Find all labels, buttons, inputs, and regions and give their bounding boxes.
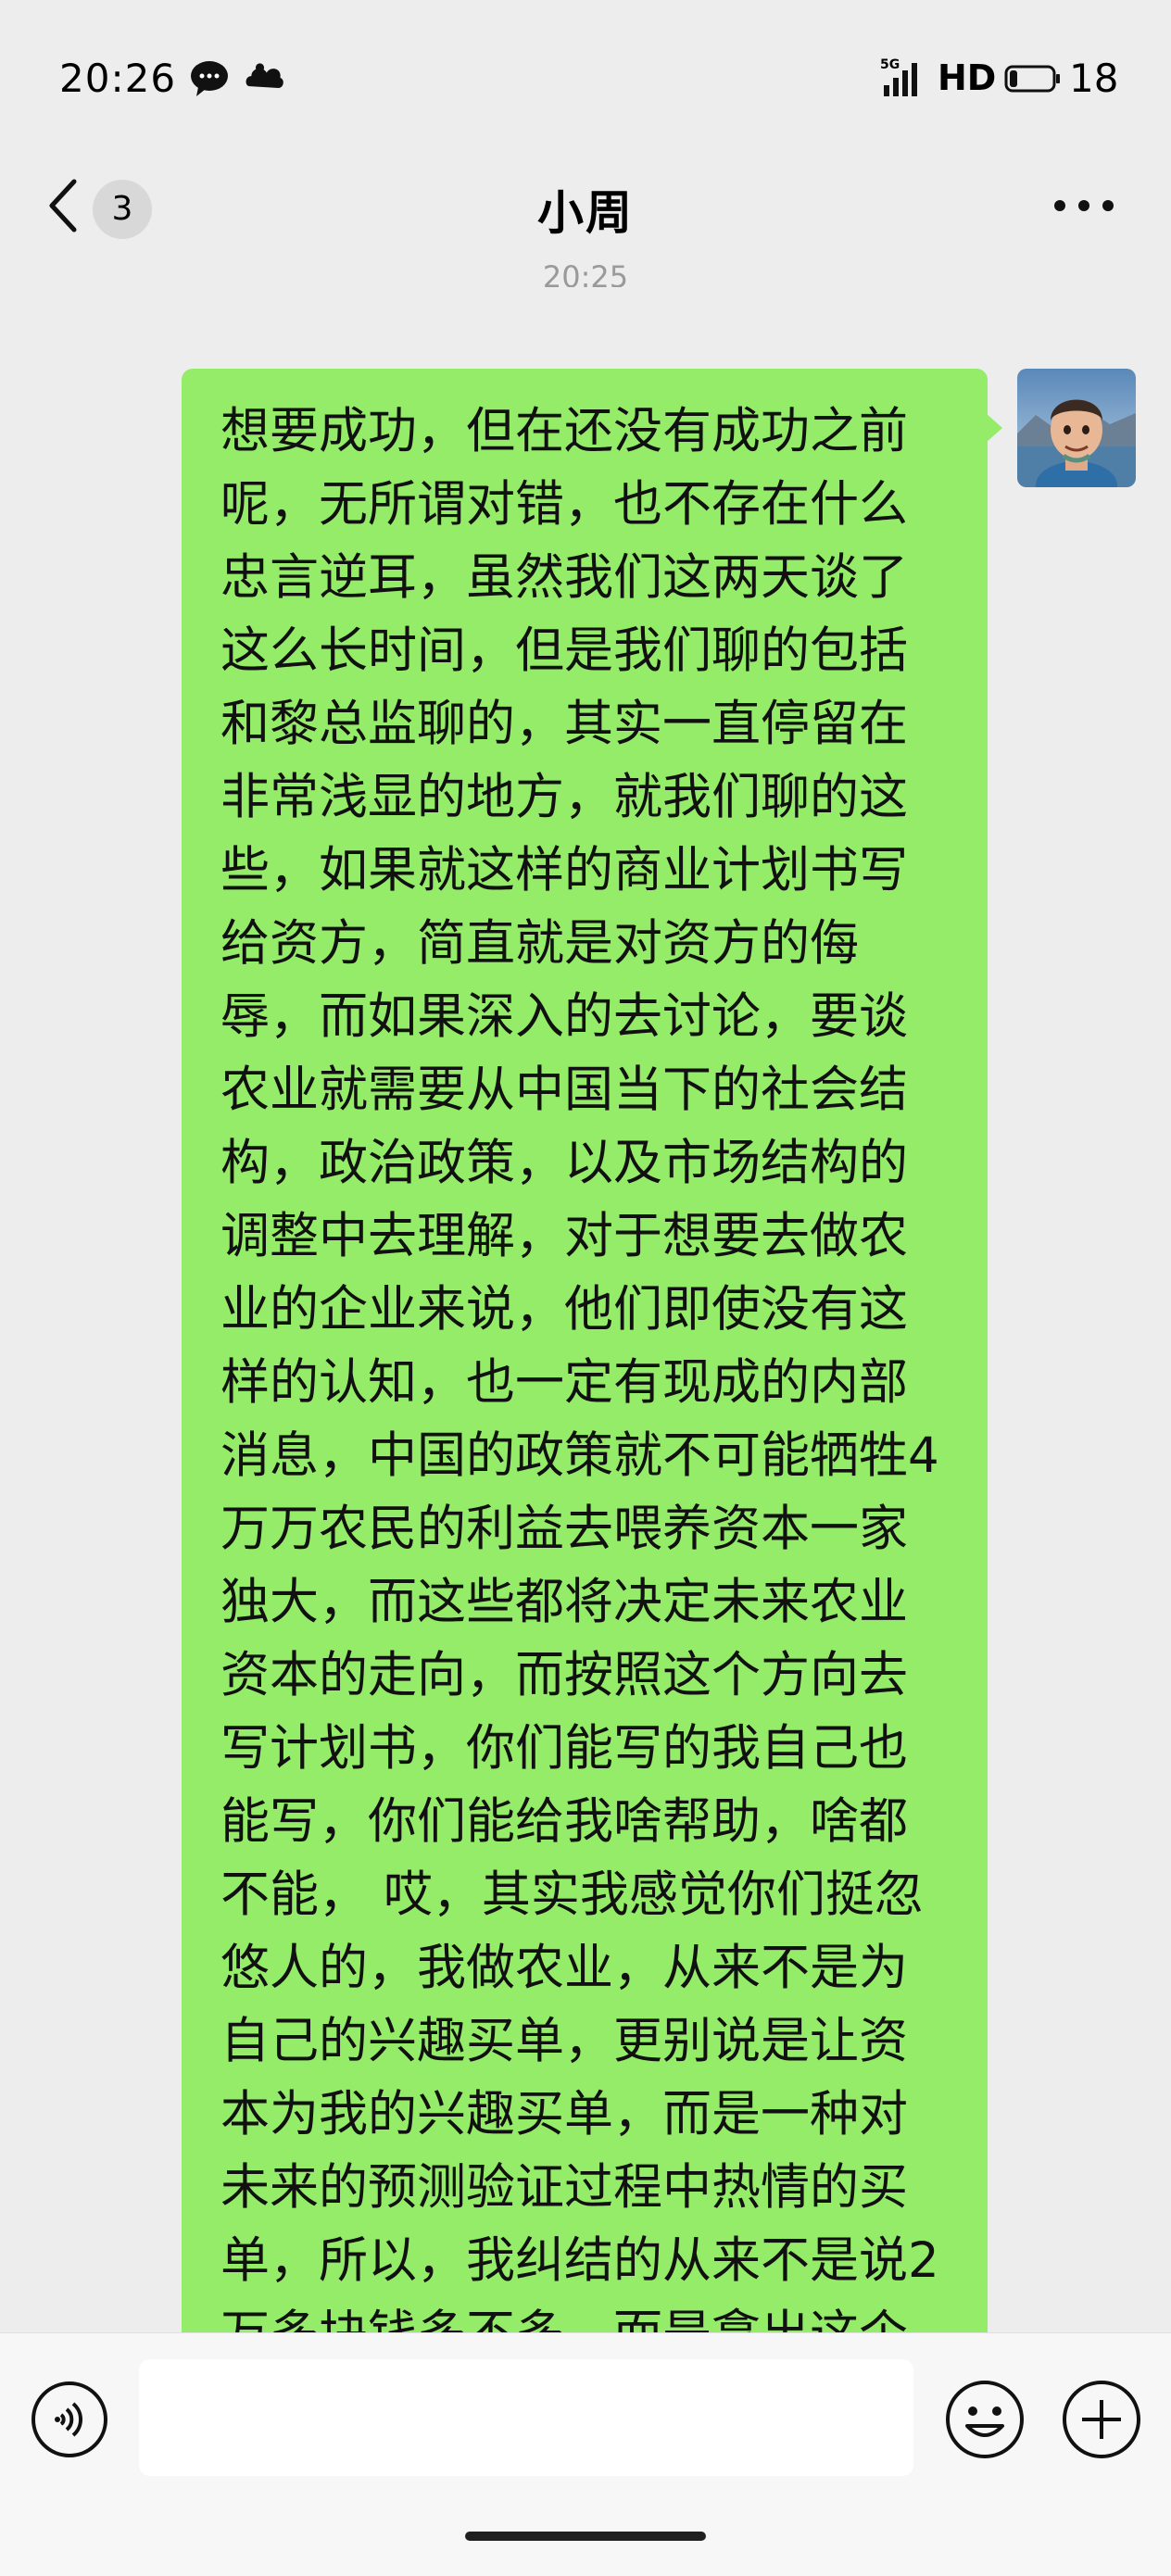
bubble-tail (986, 413, 1002, 443)
status-time: 20:26 (59, 56, 177, 101)
battery-level: 18 (1069, 56, 1119, 101)
chat-title: 小周 (537, 186, 634, 240)
avatar[interactable] (1017, 369, 1136, 487)
battery-icon (1004, 65, 1060, 93)
outgoing-message-bubble[interactable]: 想要成功，但在还没有成功之前呢，无所谓对错，也不存在什么忠言逆耳，虽然我们这两天… (182, 369, 988, 2508)
hd-indicator: HD (938, 57, 997, 98)
cloud-bird-icon (246, 63, 283, 88)
voice-input-icon[interactable] (30, 2380, 109, 2459)
input-bar (0, 2332, 1171, 2576)
message-timestamp: 20:25 (542, 259, 629, 287)
message-input[interactable] (139, 2359, 913, 2476)
home-indicator (465, 2532, 706, 2541)
chat-header: 3 小周 (0, 157, 1171, 259)
more-options-icon[interactable] (1052, 198, 1115, 213)
status-bar: 20:26 5G HD 18 (0, 0, 1171, 157)
plus-icon[interactable] (1060, 2378, 1143, 2461)
message-bubble-container: 想要成功，但在还没有成功之前呢，无所谓对错，也不存在什么忠言逆耳，虽然我们这两天… (182, 369, 988, 2508)
emoji-icon[interactable] (943, 2378, 1026, 2461)
avatar-image (1017, 369, 1136, 487)
chat-bubble-icon (191, 61, 228, 96)
signal-icon (884, 63, 917, 96)
